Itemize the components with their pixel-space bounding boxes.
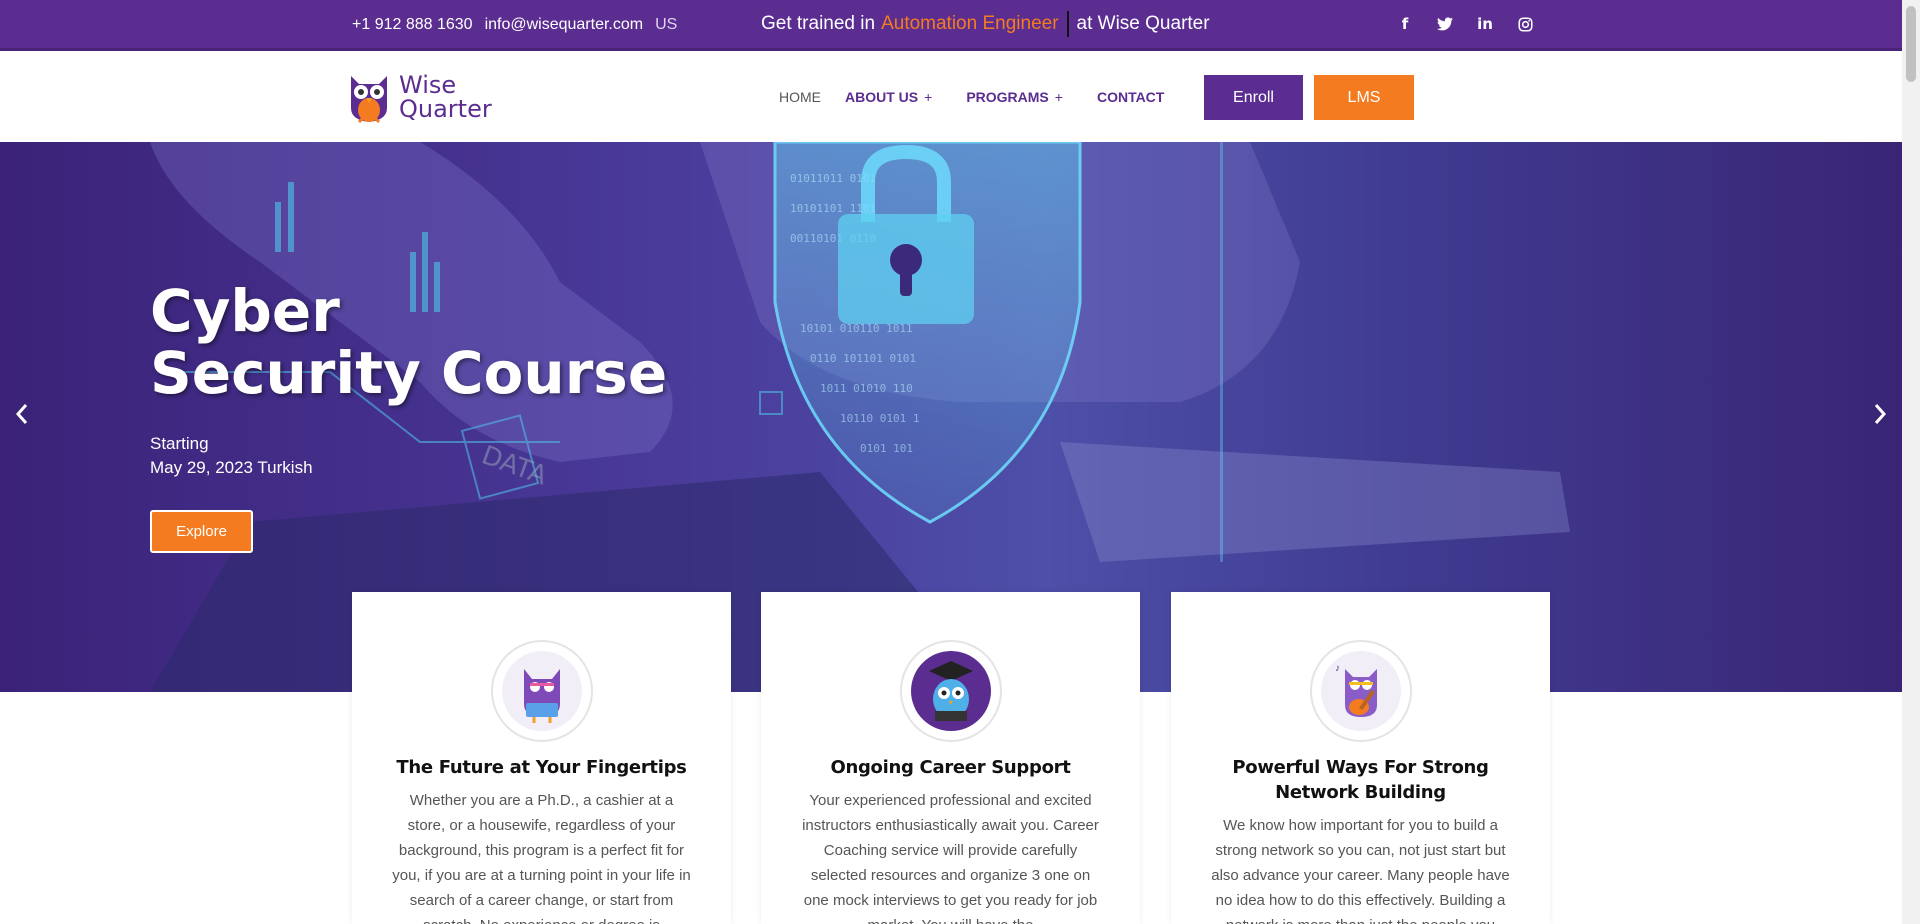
linkedin-icon[interactable]: in [1475,14,1495,34]
svg-text:♪: ♪ [1335,663,1340,674]
explore-button[interactable]: Explore [150,510,253,553]
card-title: Ongoing Career Support [830,757,1071,778]
typing-cursor [1066,11,1069,37]
card-title: The Future at Your Fingertips [396,757,687,778]
page-scrollbar[interactable] [1902,0,1920,924]
hero-title-line-2: Security Course [150,339,668,407]
promo-suffix: at Wise Quarter [1076,13,1210,34]
svg-text:1011 01010 110: 1011 01010 110 [820,382,913,395]
logo-wordmark: Wise Quarter [399,73,492,121]
hero-schedule: Starting May 29, 2023 Turkish [150,432,313,480]
phone-number[interactable]: +1 912 888 1630 [352,16,473,34]
scrollbar-thumb[interactable] [1906,6,1916,82]
email-link[interactable]: info@wisequarter.com [485,16,644,34]
hero-title: Cyber Security Course [150,280,667,404]
nav-label-home: HOME [779,89,821,105]
main-navbar: Wise Quarter HOME ABOUT US + PROGRAMS + CO… [0,51,1902,142]
nav-item-contact[interactable]: CONTACT [1097,89,1164,105]
promo-prefix: Get trained in [761,13,876,34]
submenu-plus-icon: + [1054,89,1063,105]
start-date: May 29, 2023 Turkish [150,458,313,477]
instagram-icon[interactable] [1515,14,1535,34]
owl-laptop-icon [491,640,593,742]
card-text: Your experienced professional and excite… [802,792,1099,924]
svg-text:10110 0101 1: 10110 0101 1 [840,412,919,425]
nav-label-contact: CONTACT [1096,89,1165,105]
logo-text-quarter: Quarter [399,95,492,123]
social-links: f in [1395,14,1535,34]
owl-logo-icon [351,76,387,124]
nav-label-about-us: ABOUT US [845,89,919,105]
contact-info: +1 912 888 1630 info@wisequarter.com US [352,16,677,34]
hero-title-line-1: Cyber [150,277,340,345]
site-logo[interactable]: Wise Quarter [343,68,492,126]
owl-guitar-icon: ♪ [1310,640,1412,742]
promo-highlight: Automation Engineer [881,13,1059,34]
svg-text:0101 101: 0101 101 [860,442,913,455]
region-selector[interactable]: US [655,16,677,34]
feature-card: Ongoing Career Support Your experienced … [761,592,1140,924]
submenu-plus-icon: + [924,89,933,105]
chevron-right-icon[interactable] [1872,400,1888,433]
promo-banner: Get trained in Automation Engineer at Wi… [761,11,1210,37]
facebook-icon[interactable]: f [1395,14,1415,34]
feature-card: ♪ Powerful Ways For Strong Network Build… [1171,592,1550,924]
enroll-button[interactable]: Enroll [1204,75,1303,120]
top-bar: +1 912 888 1630 info@wisequarter.com US … [0,0,1902,51]
card-title: Powerful Ways For Strong Network Buildin… [1232,757,1489,803]
card-text: Whether you are a Ph.D., a cashier at a … [392,792,691,924]
nav-item-about-us[interactable]: ABOUT US + [845,89,932,105]
starting-label: Starting [150,434,209,453]
nav-item-home[interactable]: HOME [779,89,821,105]
logo-text-wise: Wise [399,71,457,99]
card-text: We know how important for you to build a… [1211,817,1510,924]
svg-text:0110 101101 0101: 0110 101101 0101 [810,352,916,365]
chevron-left-icon[interactable] [14,400,30,433]
nav-label-programs: PROGRAMS [966,89,1049,105]
primary-nav: HOME ABOUT US + PROGRAMS + CONTACT [779,89,1198,105]
twitter-icon[interactable] [1435,14,1455,34]
lms-button[interactable]: LMS [1314,75,1414,120]
nav-item-programs[interactable]: PROGRAMS + [966,89,1063,105]
owl-graduate-icon [900,640,1002,742]
feature-card: The Future at Your Fingertips Whether yo… [352,592,731,924]
